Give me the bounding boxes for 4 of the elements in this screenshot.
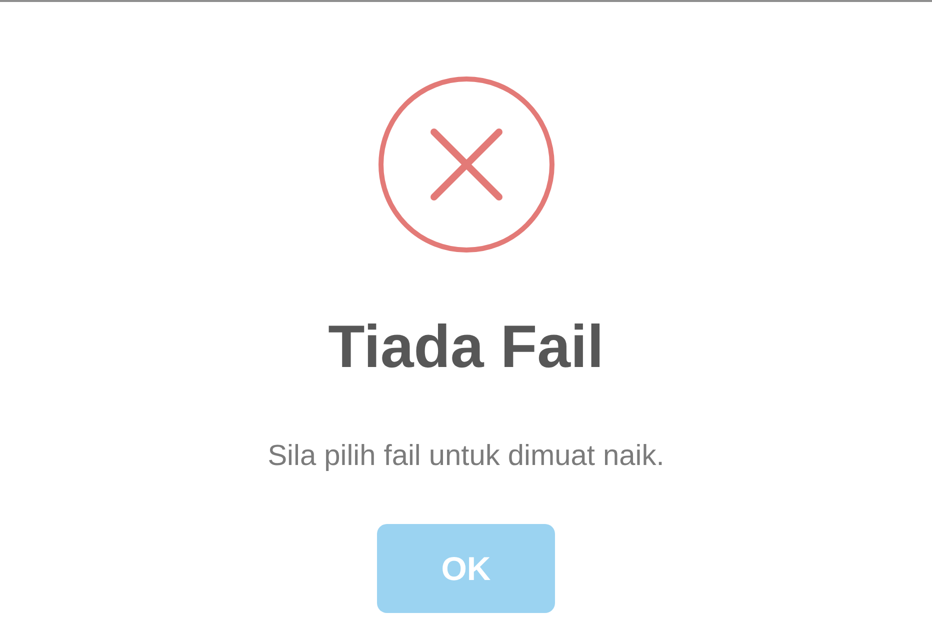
error-x-circle-icon: [378, 76, 554, 253]
dialog-message: Sila pilih fail untuk dimuat naik.: [268, 439, 664, 474]
ok-button[interactable]: OK: [377, 524, 555, 613]
dialog-title: Tiada Fail: [328, 312, 604, 382]
